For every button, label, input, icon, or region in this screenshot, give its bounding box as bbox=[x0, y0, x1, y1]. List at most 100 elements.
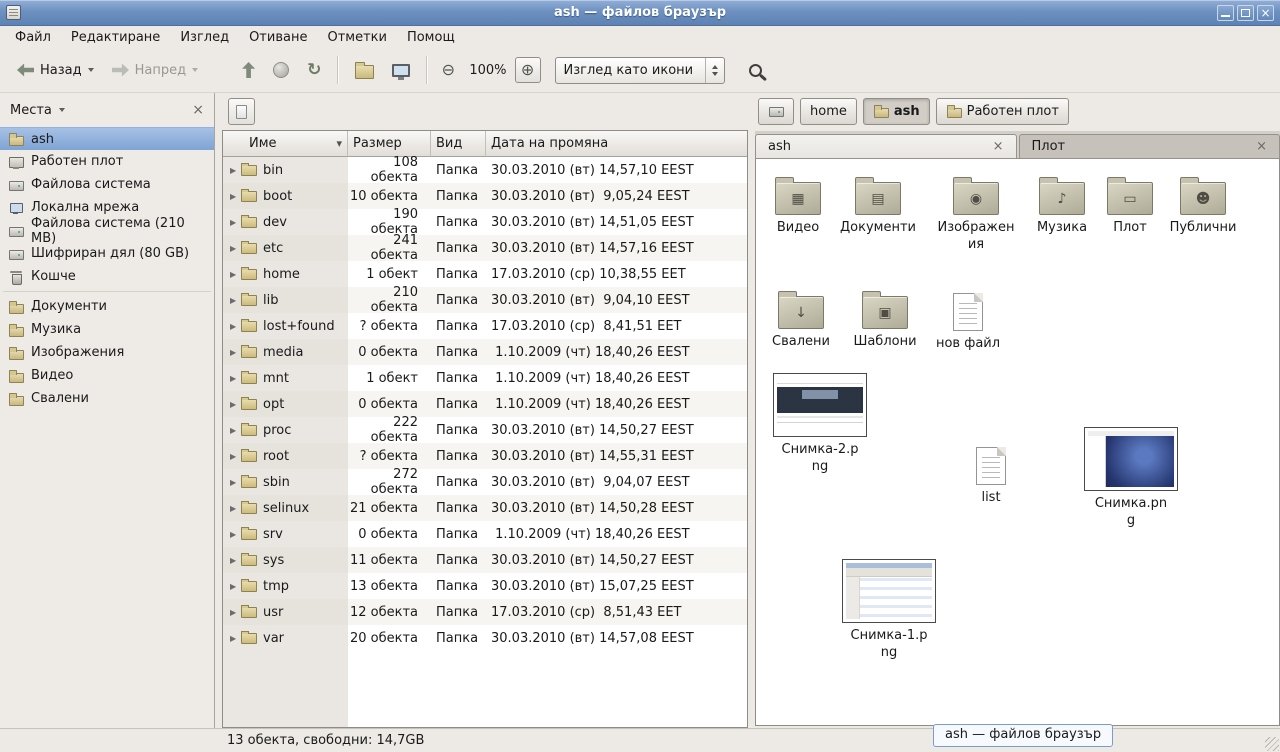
menu-item[interactable]: Изглед bbox=[170, 28, 239, 47]
location-button[interactable] bbox=[228, 98, 255, 125]
file-row[interactable]: ▶ tmp 13 обекта Папка 30.03.2010 (вт) 15… bbox=[223, 573, 747, 599]
sidebar-mode-dropdown-icon[interactable] bbox=[59, 108, 65, 112]
sidebar-place-item[interactable]: Файлова система bbox=[0, 173, 214, 196]
expander-icon[interactable]: ▶ bbox=[230, 400, 241, 409]
file-row[interactable]: ▶ lost+found ? обекта Папка 17.03.2010 (… bbox=[223, 313, 747, 339]
icon-view-item[interactable]: list bbox=[943, 441, 1039, 507]
expander-icon[interactable]: ▶ bbox=[230, 582, 241, 591]
icon-view-item[interactable]: Снимка.png bbox=[1083, 427, 1179, 530]
expander-icon[interactable]: ▶ bbox=[230, 348, 241, 357]
icon-view-item[interactable]: ☻ Публични bbox=[1155, 173, 1251, 237]
file-row[interactable]: ▶ srv 0 обекта Папка 1.10.2009 (чт) 18,4… bbox=[223, 521, 747, 547]
icon-view[interactable]: ▦ Видео ▤ Документи ◉ Изображения ♪ bbox=[755, 159, 1280, 726]
expander-icon[interactable]: ▶ bbox=[230, 192, 241, 201]
column-header[interactable]: Размер bbox=[348, 131, 431, 157]
stop-button[interactable] bbox=[264, 56, 298, 84]
file-row[interactable]: ▶ bin 108 обекта Папка 30.03.2010 (вт) 1… bbox=[223, 157, 747, 183]
file-row[interactable]: ▶ media 0 обекта Папка 1.10.2009 (чт) 18… bbox=[223, 339, 747, 365]
up-button[interactable] bbox=[233, 56, 264, 84]
file-row[interactable]: ▶ sys 11 обекта Папка 30.03.2010 (вт) 14… bbox=[223, 547, 747, 573]
expander-icon[interactable]: ▶ bbox=[230, 270, 241, 279]
sidebar-place-item[interactable]: ash bbox=[0, 127, 214, 150]
expander-icon[interactable]: ▶ bbox=[230, 634, 241, 643]
zoom-in-button[interactable]: ⊕ bbox=[515, 57, 541, 83]
column-header[interactable]: Вид bbox=[431, 131, 486, 157]
file-row[interactable]: ▶ proc 222 обекта Папка 30.03.2010 (вт) … bbox=[223, 417, 747, 443]
sidebar-bookmark-item[interactable]: Документи bbox=[0, 295, 214, 318]
file-row[interactable]: ▶ selinux 21 обекта Папка 30.03.2010 (вт… bbox=[223, 495, 747, 521]
expander-icon[interactable]: ▶ bbox=[230, 218, 241, 227]
computer-button[interactable] bbox=[383, 58, 419, 83]
breadcrumb-button[interactable] bbox=[758, 98, 794, 125]
file-row[interactable]: ▶ root ? обекта Папка 30.03.2010 (вт) 14… bbox=[223, 443, 747, 469]
expander-icon[interactable]: ▶ bbox=[230, 556, 241, 565]
sidebar-place-item[interactable]: Работен плот bbox=[0, 150, 214, 173]
file-row[interactable]: ▶ lib 210 обекта Папка 30.03.2010 (вт) 9… bbox=[223, 287, 747, 313]
search-button[interactable] bbox=[741, 55, 771, 85]
forward-button[interactable]: Напред bbox=[103, 57, 207, 84]
tab[interactable]: ash × bbox=[755, 134, 1017, 158]
file-row[interactable]: ▶ boot 10 обекта Папка 30.03.2010 (вт) 9… bbox=[223, 183, 747, 209]
zoom-out-button[interactable]: ⊖ bbox=[435, 57, 461, 83]
back-button[interactable]: Назад bbox=[8, 57, 103, 84]
column-header[interactable]: Дата на промяна bbox=[486, 131, 747, 157]
file-row[interactable]: ▶ usr 12 обекта Папка 17.03.2010 (ср) 8,… bbox=[223, 599, 747, 625]
icon-view-item[interactable]: ▣ Шаблони bbox=[837, 287, 933, 351]
close-button[interactable] bbox=[1257, 5, 1274, 21]
expander-icon[interactable]: ▶ bbox=[230, 608, 241, 617]
icon-view-item[interactable]: ◉ Изображения bbox=[928, 173, 1024, 254]
icon-view-item[interactable]: ▤ Документи bbox=[830, 173, 926, 237]
tab-close-icon[interactable]: × bbox=[993, 139, 1004, 154]
file-row[interactable]: ▶ opt 0 обекта Папка 1.10.2009 (чт) 18,4… bbox=[223, 391, 747, 417]
tab-close-icon[interactable]: × bbox=[1256, 139, 1267, 154]
expander-icon[interactable]: ▶ bbox=[230, 452, 241, 461]
menu-item[interactable]: Редактиране bbox=[61, 28, 170, 47]
resize-grip-icon[interactable] bbox=[1265, 737, 1279, 751]
menu-item[interactable]: Отметки bbox=[317, 28, 396, 47]
home-button[interactable] bbox=[346, 55, 383, 85]
expander-icon[interactable]: ▶ bbox=[230, 426, 241, 435]
file-row[interactable]: ▶ etc 241 обекта Папка 30.03.2010 (вт) 1… bbox=[223, 235, 747, 261]
sidebar-title[interactable]: Места bbox=[10, 103, 52, 118]
view-mode-select[interactable]: Изглед като икони bbox=[555, 57, 725, 84]
icon-view-item[interactable]: ↓ Свалени bbox=[755, 287, 849, 351]
reload-button[interactable]: ↻ bbox=[298, 56, 330, 84]
sidebar-bookmark-item[interactable]: Музика bbox=[0, 318, 214, 341]
sidebar-bookmark-item[interactable]: Свалени bbox=[0, 387, 214, 410]
expander-icon[interactable]: ▶ bbox=[230, 322, 241, 331]
expander-icon[interactable]: ▶ bbox=[230, 374, 241, 383]
expander-icon[interactable]: ▶ bbox=[230, 478, 241, 487]
expander-icon[interactable]: ▶ bbox=[230, 244, 241, 253]
breadcrumb-button[interactable]: home bbox=[800, 98, 857, 125]
expander-icon[interactable]: ▶ bbox=[230, 166, 241, 175]
icon-view-item[interactable]: Снимка-1.png bbox=[841, 559, 937, 662]
maximize-button[interactable] bbox=[1237, 5, 1254, 21]
sidebar-bookmark-item[interactable]: Изображения bbox=[0, 341, 214, 364]
titlebar[interactable]: ash — файлов браузър bbox=[0, 0, 1280, 26]
breadcrumb-button[interactable]: ash bbox=[863, 98, 930, 125]
expander-icon[interactable]: ▶ bbox=[230, 296, 241, 305]
minimize-button[interactable] bbox=[1217, 5, 1234, 21]
sidebar-bookmark-item[interactable]: Видео bbox=[0, 364, 214, 387]
sidebar-place-item[interactable]: Файлова система (210 MB) bbox=[0, 219, 214, 242]
sidebar-place-item[interactable]: Шифриран дял (80 GB) bbox=[0, 242, 214, 265]
breadcrumb-button[interactable]: Работен плот bbox=[936, 98, 1069, 125]
tab[interactable]: Плот × bbox=[1019, 134, 1280, 158]
menu-item[interactable]: Помощ bbox=[397, 28, 465, 47]
file-row[interactable]: ▶ sbin 272 обекта Папка 30.03.2010 (вт) … bbox=[223, 469, 747, 495]
expander-icon[interactable]: ▶ bbox=[230, 530, 241, 539]
file-row[interactable]: ▶ home 1 обект Папка 17.03.2010 (ср) 10,… bbox=[223, 261, 747, 287]
icon-view-item[interactable]: Снимка-2.png bbox=[772, 373, 868, 476]
sidebar-close-icon[interactable]: × bbox=[192, 103, 204, 117]
menu-item[interactable]: Файл bbox=[5, 28, 61, 47]
expander-icon[interactable]: ▶ bbox=[230, 504, 241, 513]
file-row[interactable]: ▶ var 20 обекта Папка 30.03.2010 (вт) 14… bbox=[223, 625, 747, 651]
menu-item[interactable]: Отиване bbox=[239, 28, 317, 47]
icon-view-item[interactable]: нов файл bbox=[920, 287, 1016, 353]
file-row[interactable]: ▶ dev 190 обекта Папка 30.03.2010 (вт) 1… bbox=[223, 209, 747, 235]
column-header[interactable]: Име bbox=[223, 131, 348, 157]
pane-splitter[interactable] bbox=[215, 93, 222, 728]
file-row[interactable]: ▶ mnt 1 обект Папка 1.10.2009 (чт) 18,40… bbox=[223, 365, 747, 391]
sidebar-place-item[interactable]: Кошче bbox=[0, 265, 214, 288]
pane-splitter[interactable] bbox=[748, 93, 755, 728]
